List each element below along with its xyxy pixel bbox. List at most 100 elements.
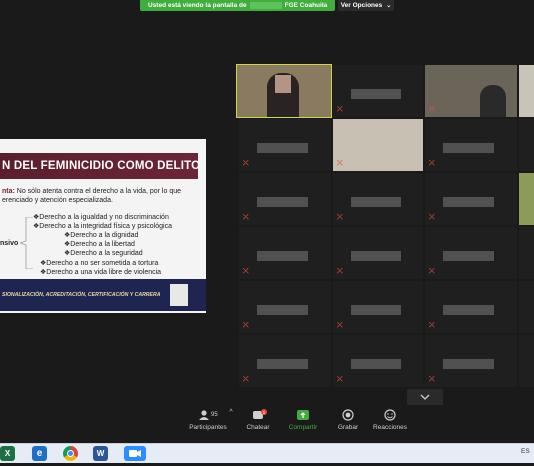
participant-name-redaction	[351, 304, 401, 315]
slide-logo	[170, 284, 188, 306]
participant-tile[interactable]: ⤫	[333, 335, 423, 387]
participant-tile[interactable]: ⤫	[333, 65, 423, 117]
gallery-next-page-button[interactable]	[407, 389, 443, 406]
slide-paragraph-line2: erenciado y atención especializada.	[2, 197, 113, 204]
mic-muted-icon: ⤫	[429, 106, 435, 113]
participant-tile[interactable]: ⤫	[333, 119, 423, 171]
camera-icon	[129, 450, 141, 457]
mic-muted-icon: ⤫	[429, 322, 435, 329]
shared-screen: N DEL FEMINICIDIO COMO DELITO nta: No só…	[0, 139, 206, 313]
share-screen-icon	[286, 409, 320, 421]
mic-muted-icon: ⤫	[337, 322, 343, 329]
bullet-item: ❖Derecho a la dignidad	[64, 232, 139, 239]
record-label: Grabar	[337, 424, 359, 431]
record-icon	[335, 409, 361, 421]
excel-icon[interactable]: X	[0, 446, 15, 461]
participant-name-redaction	[351, 88, 401, 99]
participant-tile[interactable]	[519, 281, 534, 333]
participant-tile[interactable]: ⤫	[239, 227, 331, 279]
record-button[interactable]: Grabar	[335, 409, 361, 431]
mic-muted-icon: ⤫	[337, 376, 343, 383]
chevron-down-icon	[420, 394, 430, 400]
participant-video	[480, 85, 506, 117]
participant-tile[interactable]	[519, 65, 534, 117]
slide-paragraph-bold: nta:	[2, 188, 15, 195]
participant-tile[interactable]: ⤫	[239, 335, 331, 387]
participant-face-redaction	[275, 75, 291, 93]
top-bar: Usted está viendo la pantalla de FGE Coa…	[0, 0, 534, 13]
share-label: Compartir	[288, 424, 318, 431]
chat-button[interactable]: 1 Chatear	[243, 409, 273, 431]
participant-tile[interactable]	[519, 227, 534, 279]
mic-muted-icon: ⤫	[243, 214, 249, 221]
participant-name-redaction	[443, 250, 494, 261]
chat-label: Chatear	[246, 424, 270, 431]
slide-footer-text: SIONALIZACIÓN, ACREDITACIÓN, CERTIFICACI…	[2, 292, 161, 298]
bullet-item: ❖Derecho a una vida libre de violencia	[40, 269, 162, 276]
participant-tile[interactable]: ⤫	[333, 281, 423, 333]
sharing-banner-text: Usted está viendo la pantalla de	[148, 2, 247, 9]
mic-muted-icon: ⤫	[429, 214, 435, 221]
reactions-button[interactable]: Reacciones	[372, 409, 408, 431]
mic-muted-icon: ⤫	[429, 160, 435, 167]
participant-tile[interactable]: ⤫	[333, 227, 423, 279]
participant-name-redaction	[351, 358, 401, 369]
chrome-icon[interactable]	[63, 446, 78, 461]
participants-count: 95	[211, 412, 218, 418]
participant-tile[interactable]: ⤫	[425, 281, 517, 333]
participant-tile[interactable]: ⤫	[425, 227, 517, 279]
participant-tile[interactable]: ⤫	[239, 119, 331, 171]
bullet-item: ❖Derecho a la integridad física y psicol…	[33, 223, 172, 230]
sharing-banner: Usted está viendo la pantalla de FGE Coa…	[140, 0, 335, 11]
participant-tile[interactable]	[519, 173, 534, 225]
participant-tile[interactable]: ⤫	[425, 335, 517, 387]
chat-icon: 1	[243, 409, 273, 421]
slide-side-label: nsivo	[0, 240, 19, 247]
bullet-item: ❖Derecho a no ser sometida a tortura	[40, 260, 159, 267]
meeting-toolbar: 95 Participantes ^ 1 Chatear Compartir G…	[0, 405, 534, 443]
word-icon[interactable]: W	[93, 446, 108, 461]
chevron-down-icon: ⌄	[386, 3, 392, 9]
participant-tile[interactable]: ⤫	[239, 281, 331, 333]
language-indicator[interactable]: ES	[521, 448, 530, 455]
participant-tile[interactable]: ⤫	[333, 173, 423, 225]
share-screen-button[interactable]: Compartir	[286, 409, 320, 431]
mic-muted-icon: ⤫	[243, 268, 249, 275]
participants-button[interactable]: 95 Participantes	[183, 409, 233, 431]
windows-taskbar: X e W ES	[0, 443, 534, 463]
mic-muted-icon: ⤫	[337, 160, 343, 167]
participant-name-redaction	[257, 196, 308, 207]
mic-muted-icon: ⤫	[337, 106, 343, 113]
mic-muted-icon: ⤫	[337, 214, 343, 221]
reactions-icon	[372, 409, 408, 421]
participant-name-redaction	[443, 304, 494, 315]
participant-tile[interactable]	[519, 335, 534, 387]
participant-name-redaction	[257, 250, 308, 261]
participant-name-redaction	[257, 304, 308, 315]
mic-muted-icon: ⤫	[429, 376, 435, 383]
people-icon: 95	[183, 409, 233, 421]
view-options-button[interactable]: Ver Opciones ⌄	[338, 0, 394, 11]
reactions-label: Reacciones	[373, 424, 407, 431]
mic-muted-icon: ⤫	[337, 268, 343, 275]
participants-menu-caret[interactable]: ^	[228, 409, 234, 416]
participant-name-redaction	[257, 358, 308, 369]
participant-tile[interactable]	[519, 119, 534, 171]
mic-muted-icon: ⤫	[429, 268, 435, 275]
participants-label: Participantes	[189, 424, 227, 431]
mic-muted-icon: ⤫	[243, 376, 249, 383]
participant-name-redaction	[351, 196, 401, 207]
participant-tile[interactable]: ⤫	[239, 173, 331, 225]
sharing-banner-org: FGE Coahuila	[284, 2, 328, 9]
edge-icon[interactable]: e	[32, 446, 47, 461]
participant-tile-active[interactable]	[236, 64, 332, 118]
participant-tile[interactable]: ⤫	[425, 173, 517, 225]
slide-title: N DEL FEMINICIDIO COMO DELITO	[0, 153, 200, 179]
chrome-icon-center	[67, 450, 74, 457]
participant-name-redaction	[443, 142, 494, 153]
participant-tile[interactable]: ⤫	[425, 119, 517, 171]
mic-muted-icon: ⤫	[243, 160, 249, 167]
participant-tile[interactable]: ⤫	[425, 65, 517, 117]
zoom-icon[interactable]	[124, 446, 146, 461]
slide-paragraph: nta: No sólo atenta contra el derecho a …	[2, 187, 202, 205]
